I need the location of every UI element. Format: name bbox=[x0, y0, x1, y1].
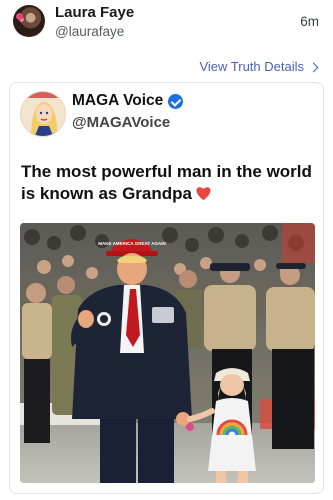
post-photo[interactable]: MAKE AMERICA GREAT AGAIN bbox=[20, 223, 315, 483]
view-truth-details-link[interactable]: View Truth Details bbox=[199, 59, 319, 74]
verified-badge-icon bbox=[168, 93, 184, 109]
post-timestamp: 6m bbox=[300, 14, 319, 29]
quoted-author-avatar[interactable] bbox=[20, 91, 66, 137]
quoted-author-handle[interactable]: @MAGAVoice bbox=[72, 114, 170, 131]
quoted-post-text: The most powerful man in the world is kn… bbox=[21, 161, 317, 205]
post-header: Laura Faye @laurafaye 6m bbox=[0, 0, 333, 50]
quoted-author-name[interactable]: MAGA Voice bbox=[72, 92, 184, 110]
quoted-author-name-text: MAGA Voice bbox=[72, 92, 164, 109]
quoted-post-card[interactable]: MAGA Voice @MAGAVoice The most powerful … bbox=[9, 82, 324, 494]
quoted-post-text-content: The most powerful man in the world is kn… bbox=[21, 162, 312, 203]
author-handle[interactable]: @laurafaye bbox=[55, 24, 124, 39]
hat-text: MAKE AMERICA GREAT AGAIN bbox=[98, 241, 165, 246]
author-name[interactable]: Laura Faye bbox=[55, 4, 134, 21]
chevron-right-icon bbox=[308, 62, 319, 72]
view-truth-details-label: View Truth Details bbox=[199, 59, 304, 74]
author-avatar[interactable] bbox=[13, 5, 45, 37]
heart-emoji-icon bbox=[196, 187, 211, 201]
